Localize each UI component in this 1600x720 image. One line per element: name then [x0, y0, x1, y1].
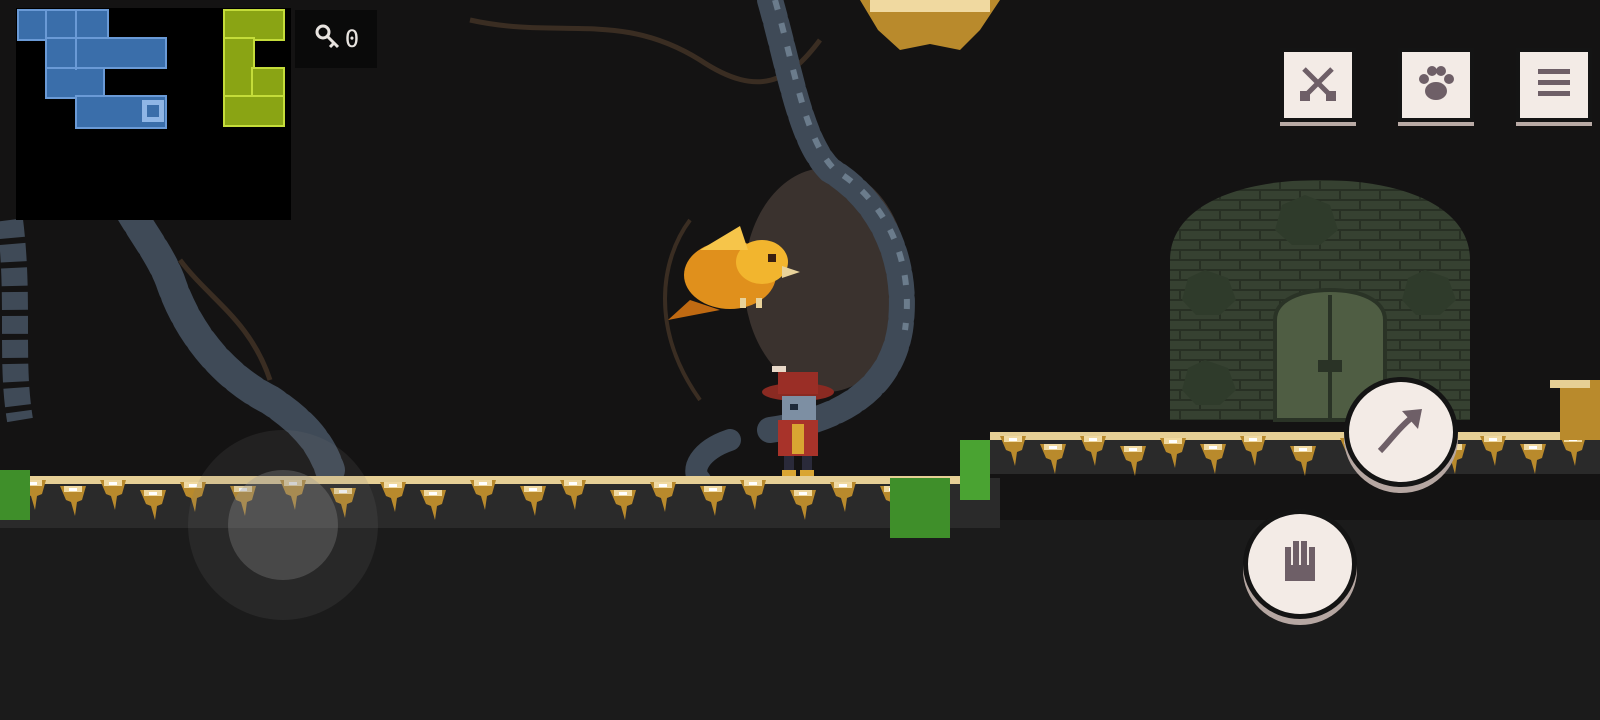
jump-arrow-icon: [1372, 401, 1430, 463]
interact-button[interactable]: [1243, 509, 1357, 619]
minimap[interactable]: [16, 8, 291, 220]
attack-button[interactable]: [1280, 48, 1356, 122]
menu-button[interactable]: [1516, 48, 1592, 122]
pet-button[interactable]: [1398, 48, 1474, 122]
menu-icon: [1532, 61, 1576, 109]
minimap-rooms: [17, 9, 285, 129]
crossed-swords-icon: [1296, 61, 1340, 109]
game-screen[interactable]: 0: [0, 0, 1600, 720]
jump-button[interactable]: [1344, 377, 1458, 487]
virtual-joystick[interactable]: [188, 430, 378, 620]
key-icon: [313, 22, 341, 56]
joystick-knob[interactable]: [228, 470, 338, 580]
paw-icon: [1414, 61, 1458, 109]
hand-icon: [1271, 533, 1329, 595]
key-count: 0: [344, 25, 360, 53]
key-counter: 0: [295, 10, 377, 68]
